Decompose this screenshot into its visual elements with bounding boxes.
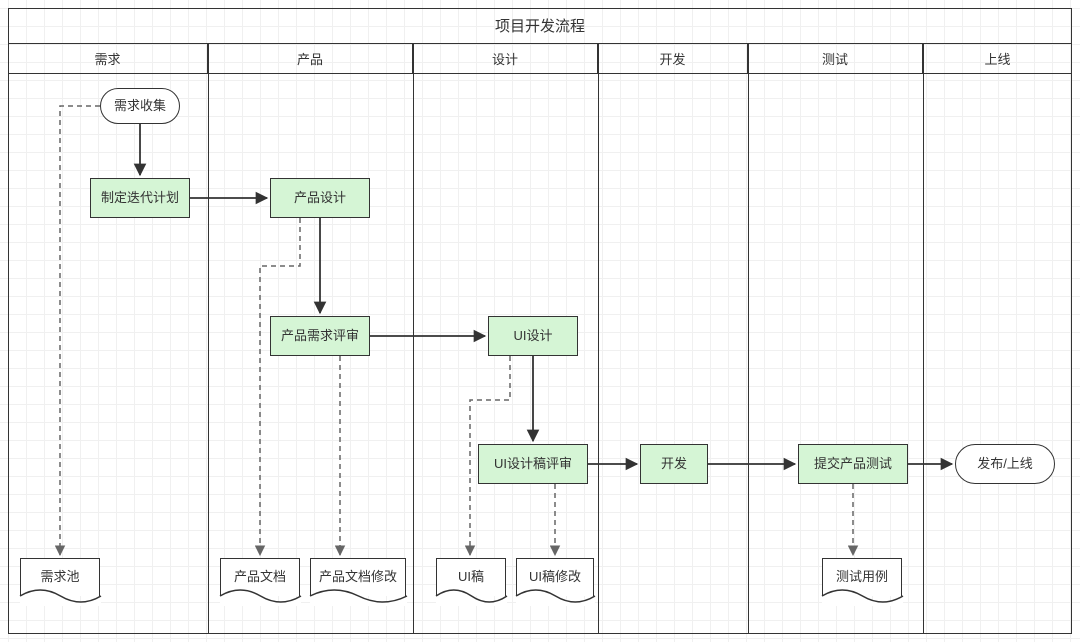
lane-header-req: 需求 [8, 44, 208, 73]
swimlane-diagram: 项目开发流程 需求 产品 设计 开发 测试 上线 需求收集 制定迭代计划 产品设… [0, 0, 1080, 642]
lane-divider [598, 44, 599, 634]
lane-divider [748, 44, 749, 634]
edge-start-reqpool [60, 106, 100, 555]
node-plan: 制定迭代计划 [90, 178, 190, 218]
node-ui-draft-label: UI稿 [458, 569, 484, 586]
node-ui-design: UI设计 [488, 316, 578, 356]
diagram-title: 项目开发流程 [495, 15, 585, 36]
lane-header-design: 设计 [413, 44, 598, 73]
node-prod-doc-mod-label: 产品文档修改 [319, 569, 397, 586]
node-prod-doc: 产品文档 [220, 558, 300, 596]
node-ui-draft-mod: UI稿修改 [516, 558, 594, 596]
lane-header-row: 需求 产品 设计 开发 测试 上线 [8, 44, 1072, 74]
node-start: 需求收集 [100, 88, 180, 124]
node-ui-review: UI设计稿评审 [478, 444, 588, 484]
node-ui-draft-mod-label: UI稿修改 [529, 569, 581, 586]
lane-header-dev: 开发 [598, 44, 748, 73]
lane-divider [923, 44, 924, 634]
node-dev: 开发 [640, 444, 708, 484]
node-test-case-label: 测试用例 [836, 569, 888, 586]
node-test: 提交产品测试 [798, 444, 908, 484]
node-ui-draft: UI稿 [436, 558, 506, 596]
lane-divider [208, 44, 209, 634]
lane-header-launch: 上线 [923, 44, 1072, 73]
node-publish: 发布/上线 [955, 444, 1055, 484]
node-req-pool: 需求池 [20, 558, 100, 596]
edge-proddesign-proddoc [260, 218, 300, 555]
lane-header-test: 测试 [748, 44, 923, 73]
diagram-title-row: 项目开发流程 [8, 8, 1072, 44]
node-prod-doc-mod: 产品文档修改 [310, 558, 406, 596]
node-prod-design: 产品设计 [270, 178, 370, 218]
node-req-pool-label: 需求池 [40, 569, 79, 586]
node-test-case: 测试用例 [822, 558, 902, 596]
lane-divider [413, 44, 414, 634]
lane-header-prod: 产品 [208, 44, 413, 73]
node-prod-doc-label: 产品文档 [234, 569, 286, 586]
node-prod-review: 产品需求评审 [270, 316, 370, 356]
